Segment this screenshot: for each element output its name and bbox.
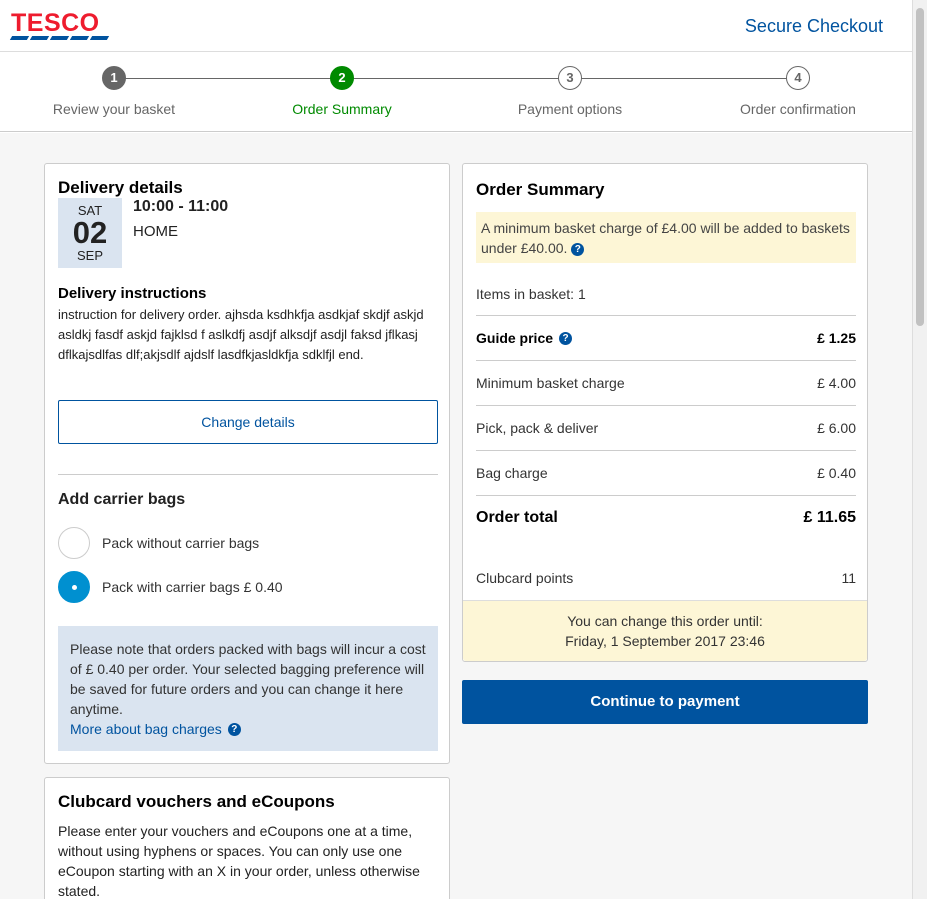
row-label: Bag charge: [476, 465, 548, 481]
delivery-details-title: Delivery details: [58, 178, 183, 197]
step-order-summary: 2 Order Summary: [242, 66, 442, 117]
delivery-date-badge: SAT 02 SEP: [58, 198, 122, 268]
delivery-month: SEP: [76, 248, 103, 263]
scrollbar-thumb[interactable]: [916, 8, 924, 326]
bag-note-text: Please note that orders packed with bags…: [70, 641, 426, 717]
pick-pack-deliver-row: Pick, pack & deliver £ 6.00: [476, 405, 856, 450]
points-label: Clubcard points: [476, 570, 574, 586]
order-summary-card: Order Summary A minimum basket charge of…: [462, 163, 868, 662]
step-payment-options: 3 Payment options: [470, 66, 670, 117]
bag-charges-link-label[interactable]: More about bag charges: [70, 719, 222, 739]
logo-text: TESCO: [11, 9, 100, 37]
items-value: 1: [577, 286, 586, 302]
progress-line: [114, 78, 798, 79]
clubcard-vouchers-card: Clubcard vouchers and eCoupons Please en…: [44, 777, 450, 899]
secure-checkout-title: Secure Checkout: [744, 16, 883, 36]
delivery-instructions-title: Delivery instructions: [58, 285, 207, 302]
tesco-logo[interactable]: TESCO: [9, 9, 110, 41]
bag-charge-note: Please note that orders packed with bags…: [58, 626, 438, 751]
logo-stripes: [9, 36, 110, 40]
radio-label: Pack with carrier bags £ 0.40: [102, 579, 283, 595]
step-label: Review your basket: [52, 101, 176, 117]
deadline-line1: You can change this order until:: [567, 613, 763, 629]
row-value: £ 1.25: [817, 330, 856, 346]
clubcard-points-row: Clubcard points 11: [476, 570, 856, 586]
step-number: 3: [558, 66, 582, 90]
items-in-basket: Items in basket: 1: [476, 286, 586, 302]
continue-to-payment-button[interactable]: Continue to payment: [462, 680, 868, 724]
deadline-line2: Friday, 1 September 2017 23:46: [565, 633, 765, 649]
step-review-basket[interactable]: 1 Review your basket: [14, 66, 214, 117]
bag-charge-row: Bag charge £ 0.40: [476, 450, 856, 495]
order-total-row: Order total £ 11.65: [476, 495, 856, 540]
radio-button-checked[interactable]: [58, 571, 90, 603]
step-number: 1: [102, 66, 126, 90]
delivery-details-card: Delivery details SAT 02 SEP 10:00 - 11:0…: [44, 163, 450, 764]
step-label: Order confirmation: [740, 101, 856, 117]
row-value: £ 0.40: [817, 465, 856, 481]
header: TESCO Secure Checkout: [0, 0, 912, 52]
step-number: 4: [786, 66, 810, 90]
points-value: 11: [841, 570, 856, 586]
delivery-time-slot: 10:00 - 11:00: [133, 198, 229, 215]
clubcard-instructions: Please enter your vouchers and eCoupons …: [58, 823, 420, 899]
question-icon[interactable]: ?: [559, 331, 573, 345]
page-scrollbar[interactable]: [912, 0, 927, 899]
row-value: £ 11.65: [803, 509, 857, 526]
guide-price-row: Guide price? £ 1.25: [476, 315, 856, 360]
row-label: Order total: [476, 509, 558, 526]
change-details-button[interactable]: Change details: [58, 400, 438, 444]
divider: [58, 474, 438, 475]
checkout-progress: 1 Review your basket 2 Order Summary 3 P…: [0, 52, 912, 132]
bag-option-without[interactable]: Pack without carrier bags: [58, 527, 259, 559]
items-label: Items in basket:: [476, 286, 575, 302]
step-label: Order Summary: [292, 101, 392, 117]
step-number: 2: [330, 66, 354, 90]
delivery-day: 02: [72, 215, 108, 250]
minimum-basket-charge-row: Minimum basket charge £ 4.00: [476, 360, 856, 405]
radio-button[interactable]: [58, 527, 90, 559]
minimum-basket-note: A minimum basket charge of £4.00 will be…: [476, 212, 856, 263]
step-order-confirmation: 4 Order confirmation: [698, 66, 898, 117]
question-icon[interactable]: ?: [571, 242, 585, 256]
clubcard-title: Clubcard vouchers and eCoupons: [58, 792, 335, 811]
delivery-address: HOME: [133, 223, 178, 240]
row-value: £ 6.00: [817, 420, 856, 436]
bag-charges-link[interactable]: More about bag charges ?: [70, 719, 426, 739]
bag-option-with[interactable]: Pack with carrier bags £ 0.40: [58, 571, 283, 603]
row-label: Pick, pack & deliver: [476, 420, 599, 436]
step-label: Payment options: [517, 101, 623, 117]
minimum-basket-note-text: A minimum basket charge of £4.00 will be…: [481, 220, 850, 256]
radio-label: Pack without carrier bags: [102, 535, 260, 551]
change-order-deadline: You can change this order until: Friday,…: [463, 600, 867, 661]
row-label: Minimum basket charge: [476, 375, 625, 391]
order-summary-title: Order Summary: [476, 180, 605, 199]
row-label: Guide price: [476, 330, 554, 346]
delivery-instructions-text: instruction for delivery order. ajhsda k…: [58, 307, 424, 362]
question-icon[interactable]: ?: [227, 722, 241, 736]
carrier-bags-title: Add carrier bags: [58, 491, 186, 508]
row-value: £ 4.00: [817, 375, 856, 391]
